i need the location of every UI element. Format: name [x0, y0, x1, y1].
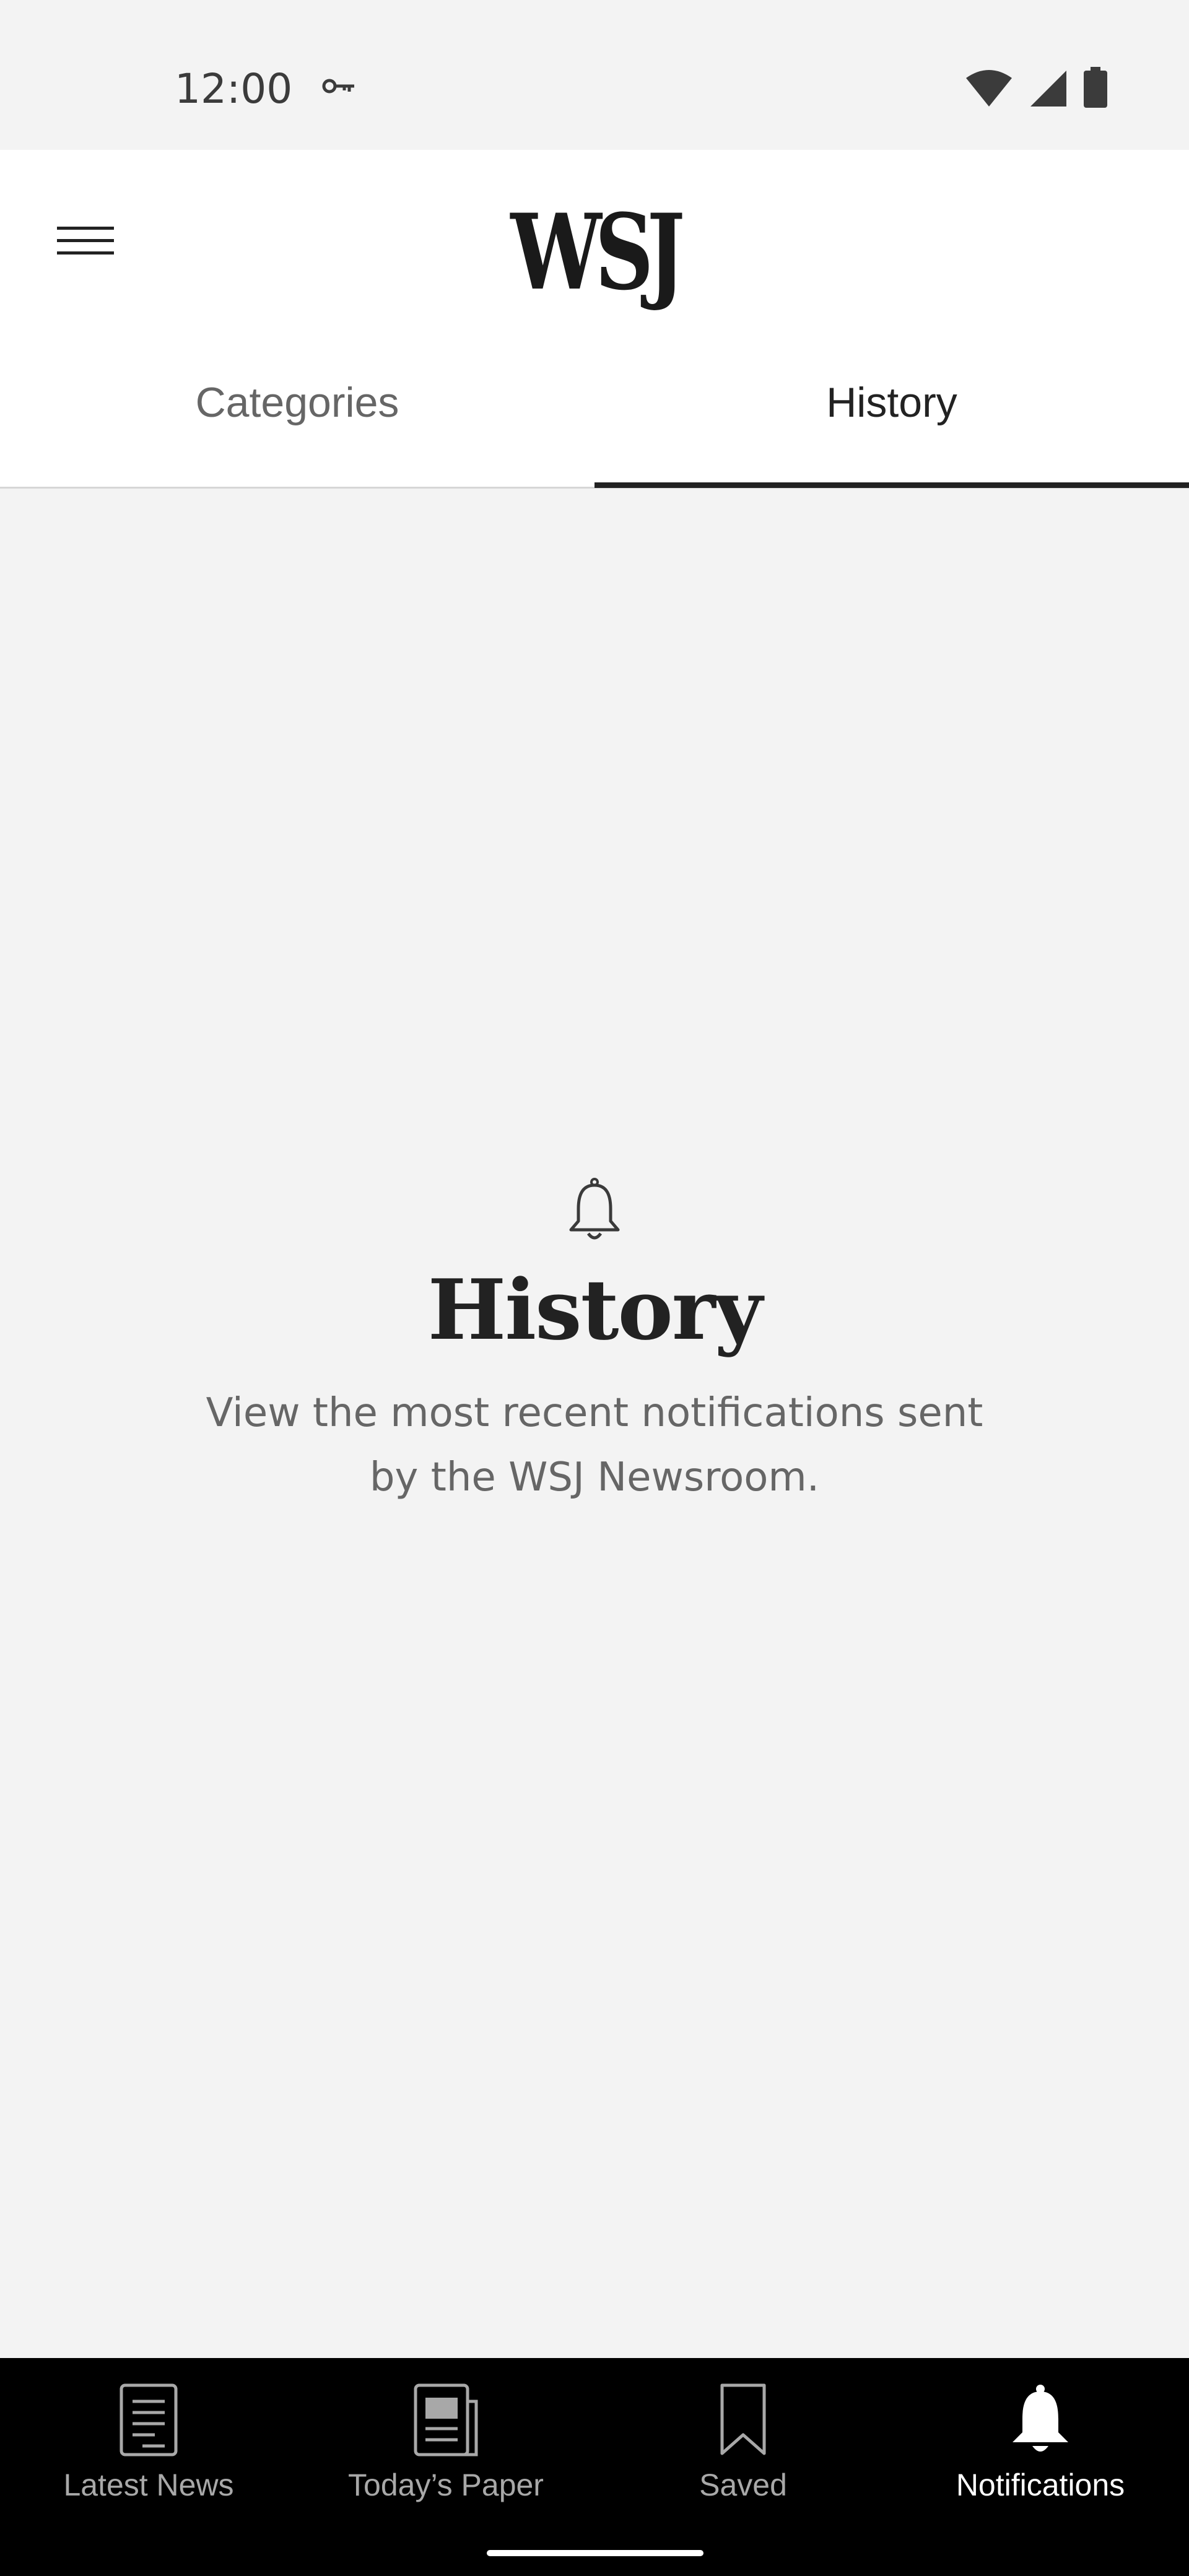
cell-signal-icon [1029, 69, 1068, 111]
wsj-logo: WSJ [510, 191, 685, 313]
newspaper-icon [414, 2383, 478, 2456]
hamburger-menu-icon[interactable] [47, 214, 121, 266]
home-indicator[interactable] [487, 2550, 703, 2556]
status-time: 12:00 [175, 65, 293, 113]
battery-icon [1084, 67, 1107, 111]
app-header: WSJ Categories History [0, 150, 1189, 489]
nav-saved[interactable]: Saved [594, 2358, 892, 2544]
bottom-nav: Latest News Today’s Paper Saved Notifica… [0, 2358, 1189, 2576]
bell-outline-icon [0, 1177, 1189, 1257]
bookmark-icon [720, 2383, 766, 2455]
tab-bar: Categories History [0, 336, 1189, 488]
nav-label: Latest News [63, 2468, 234, 2502]
empty-state-title: History [427, 1261, 763, 1359]
nav-label: Notifications [956, 2468, 1125, 2502]
status-bar: 12:00 [0, 0, 1189, 150]
vpn-key-icon [322, 77, 357, 98]
tab-label: Categories [195, 379, 399, 426]
tab-label: History [826, 379, 957, 426]
bell-filled-icon [1013, 2385, 1068, 2452]
news-list-icon [120, 2383, 178, 2456]
nav-label: Today’s Paper [348, 2468, 544, 2502]
nav-label: Saved [699, 2468, 787, 2502]
nav-latest-news[interactable]: Latest News [0, 2358, 297, 2544]
empty-state-description: View the most recent notifications sent … [206, 1390, 983, 1500]
empty-state: History View the most recent notificatio… [0, 1177, 1189, 1510]
tab-categories[interactable]: Categories [0, 336, 594, 487]
nav-notifications[interactable]: Notifications [892, 2358, 1189, 2544]
tab-history[interactable]: History [594, 336, 1189, 488]
wifi-icon [965, 69, 1013, 111]
nav-todays-paper[interactable]: Today’s Paper [297, 2358, 594, 2544]
status-icons [965, 67, 1107, 111]
